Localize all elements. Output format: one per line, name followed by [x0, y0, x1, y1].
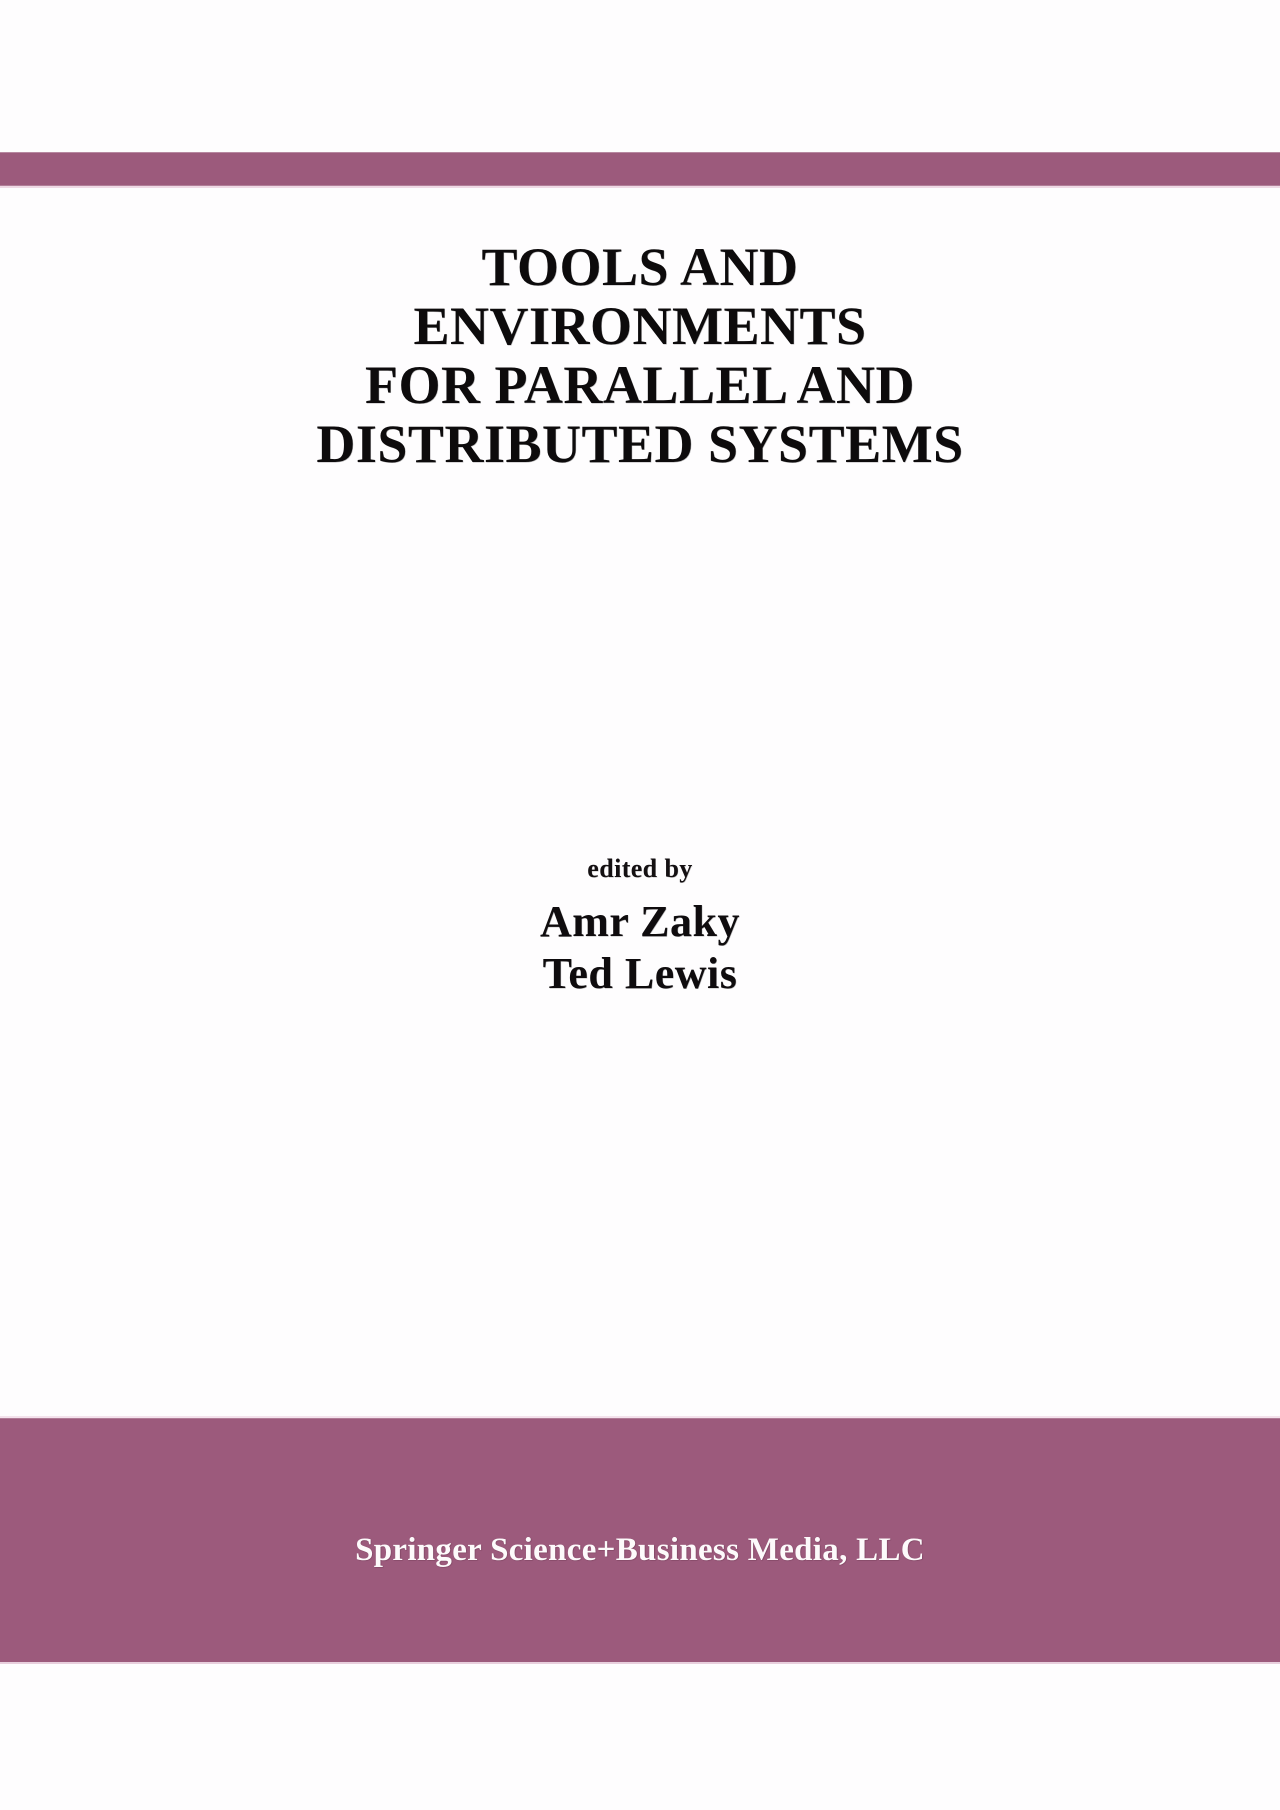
book-title: TOOLS AND ENVIRONMENTS FOR PARALLEL AND … — [0, 238, 1280, 474]
title-line-4: DISTRIBUTED SYSTEMS — [316, 414, 964, 474]
title-line-3: FOR PARALLEL AND — [364, 355, 916, 415]
editor-name-1: Amr Zaky — [540, 897, 740, 946]
edited-by-label: edited by — [587, 854, 693, 883]
publisher-name: Springer Science+Business Media, LLC — [355, 1532, 925, 1568]
book-cover-page: TOOLS AND ENVIRONMENTS FOR PARALLEL AND … — [0, 0, 1280, 1810]
title-line-1: TOOLS AND — [481, 237, 799, 297]
cover-canvas: TOOLS AND ENVIRONMENTS FOR PARALLEL AND … — [0, 0, 1280, 1810]
editors-section: edited by Amr Zaky Ted Lewis — [0, 852, 1280, 1000]
editor-name-2: Ted Lewis — [542, 949, 738, 998]
top-accent-band — [0, 152, 1280, 188]
publisher-accent-panel: Springer Science+Business Media, LLC — [0, 1416, 1280, 1664]
title-line-2: ENVIRONMENTS — [413, 296, 867, 356]
